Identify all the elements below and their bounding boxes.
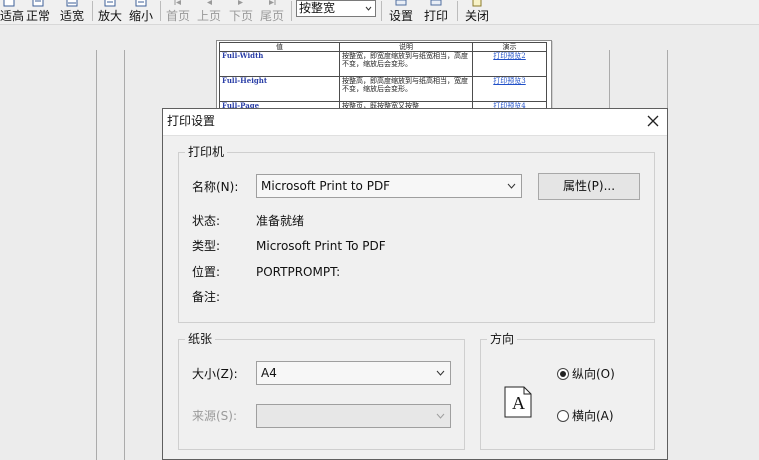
printer-type-value: Microsoft Print To PDF xyxy=(256,239,386,253)
zoom-in-label: 放大 xyxy=(97,9,122,23)
preview-table-description: 按整宽，即宽度缩放到与纸宽相当，高度不变，缩放后会变形。 xyxy=(339,51,473,77)
printer-location-label: 位置: xyxy=(192,265,221,279)
printer-name-value: Microsoft Print to PDF xyxy=(261,179,391,193)
printer-comment-label: 备注: xyxy=(192,290,221,304)
preview-toolbar: 适高 正常 适宽 放大 缩小 首页 上页 下页 尾页 按整宽 设置 打印 关闭 xyxy=(0,0,759,25)
normal-page-icon xyxy=(32,0,44,7)
preview-table-demo-link[interactable]: 打印预览2 xyxy=(472,51,547,77)
paper-source-label: 来源(S): xyxy=(192,409,238,423)
normal-page-label: 正常 xyxy=(25,9,50,23)
zoom-out-icon xyxy=(135,0,147,7)
close-icon[interactable] xyxy=(646,114,660,128)
fit-height-icon xyxy=(3,0,15,7)
zoom-in-icon xyxy=(104,0,116,7)
fit-height-button[interactable]: 适高 xyxy=(0,0,25,24)
page-guide-line xyxy=(124,50,125,460)
printer-icon xyxy=(430,0,442,6)
next-page-icon xyxy=(238,0,243,5)
preview-table-description: 按整高，即高度缩放到与纸高相当，宽度不变，缩放后会变形。 xyxy=(339,76,473,102)
preview-table-header: 值 xyxy=(219,42,340,52)
print-preview-window: 适高 正常 适宽 放大 缩小 首页 上页 下页 尾页 按整宽 设置 打印 关闭 … xyxy=(0,0,759,460)
chevron-down-icon xyxy=(365,6,372,11)
portrait-radio[interactable] xyxy=(557,368,569,380)
preview-table-header: 说明 xyxy=(339,42,473,52)
fit-width-icon xyxy=(66,0,78,7)
preview-table-demo-link[interactable]: 打印预览3 xyxy=(472,76,547,102)
printer-group-label: 打印机 xyxy=(185,145,228,159)
first-page-icon xyxy=(174,0,181,5)
paper-size-label: 大小(Z): xyxy=(192,367,238,381)
close-window-icon xyxy=(472,0,482,7)
print-settings-dialog: 打印设置 打印机 名称(N): Microsoft Print to PDF 属… xyxy=(162,108,668,460)
zoom-out-button[interactable]: 缩小 xyxy=(127,0,155,24)
toolbar-separator xyxy=(291,1,292,21)
printer-type-label: 类型: xyxy=(192,239,221,253)
page-guide-line xyxy=(96,50,97,460)
toolbar-separator xyxy=(92,1,93,21)
printer-status-label: 状态: xyxy=(192,214,221,228)
printer-properties-button[interactable]: 属性(P)... xyxy=(538,173,640,200)
paper-size-select[interactable]: A4 xyxy=(256,361,451,385)
printer-name-select[interactable]: Microsoft Print to PDF xyxy=(256,174,522,198)
last-page-icon xyxy=(269,0,276,5)
landscape-radio[interactable] xyxy=(557,410,569,422)
print-label: 打印 xyxy=(423,9,448,23)
preview-table-value: Full-Height xyxy=(219,76,340,102)
preview-table-row: Full-Height 按整高，即高度缩放到与纸高相当，宽度不变，缩放后会变形。… xyxy=(219,76,547,102)
paper-size-value: A4 xyxy=(261,366,277,380)
settings-label: 设置 xyxy=(388,9,413,23)
preview-table-header-row: 值 说明 演示 xyxy=(219,42,547,52)
previous-page-label: 上页 xyxy=(196,9,221,23)
zoom-out-label: 缩小 xyxy=(128,9,153,23)
zoom-in-button[interactable]: 放大 xyxy=(96,0,124,24)
dialog-title: 打印设置 xyxy=(167,114,216,128)
portrait-page-icon: A xyxy=(504,386,532,418)
toolbar-separator xyxy=(457,1,458,21)
settings-printer-icon xyxy=(395,0,407,6)
fit-height-label: 适高 xyxy=(0,9,25,23)
toolbar-separator xyxy=(381,1,382,21)
fit-width-label: 适宽 xyxy=(59,9,84,23)
printer-name-label: 名称(N): xyxy=(192,180,239,194)
zoom-mode-select[interactable]: 按整宽 xyxy=(296,0,376,17)
zoom-mode-value: 按整宽 xyxy=(299,1,336,15)
fit-width-button[interactable]: 适宽 xyxy=(58,0,86,24)
close-preview-button[interactable]: 关闭 xyxy=(462,0,492,24)
previous-page-icon xyxy=(207,0,212,5)
close-preview-label: 关闭 xyxy=(464,9,489,23)
preview-table-value: Full-Width xyxy=(219,51,340,77)
first-page-label: 首页 xyxy=(165,9,190,23)
settings-button[interactable]: 设置 xyxy=(386,0,416,24)
paper-source-select xyxy=(256,404,451,428)
orientation-group-label: 方向 xyxy=(487,332,518,346)
chevron-down-icon xyxy=(436,370,445,376)
paper-group-label: 纸张 xyxy=(185,332,216,346)
printer-location-value: PORTPROMPT: xyxy=(256,265,341,279)
portrait-option[interactable]: 纵向(O) xyxy=(557,367,627,383)
portrait-label: 纵向(O) xyxy=(572,367,615,381)
preview-table-row: Full-Width 按整宽，即宽度缩放到与纸宽相当，高度不变，缩放后会变形。 … xyxy=(219,51,547,77)
dialog-titlebar: 打印设置 xyxy=(163,109,667,136)
preview-table-header: 演示 xyxy=(472,42,547,52)
printer-status-value: 准备就绪 xyxy=(256,214,305,228)
next-page-label: 下页 xyxy=(228,9,253,23)
chevron-down-icon xyxy=(436,413,445,419)
paper-groupbox: 纸张 xyxy=(178,332,465,450)
print-button[interactable]: 打印 xyxy=(421,0,451,24)
landscape-label: 横向(A) xyxy=(572,409,614,423)
previous-page-button[interactable]: 上页 xyxy=(195,0,223,24)
last-page-button[interactable]: 尾页 xyxy=(258,0,286,24)
portrait-page-letter: A xyxy=(512,393,525,413)
landscape-option[interactable]: 横向(A) xyxy=(557,409,627,425)
last-page-label: 尾页 xyxy=(259,9,284,23)
chevron-down-icon xyxy=(507,183,516,189)
toolbar-separator xyxy=(160,1,161,21)
first-page-button[interactable]: 首页 xyxy=(164,0,192,24)
normal-page-button[interactable]: 正常 xyxy=(24,0,52,24)
next-page-button[interactable]: 下页 xyxy=(227,0,255,24)
